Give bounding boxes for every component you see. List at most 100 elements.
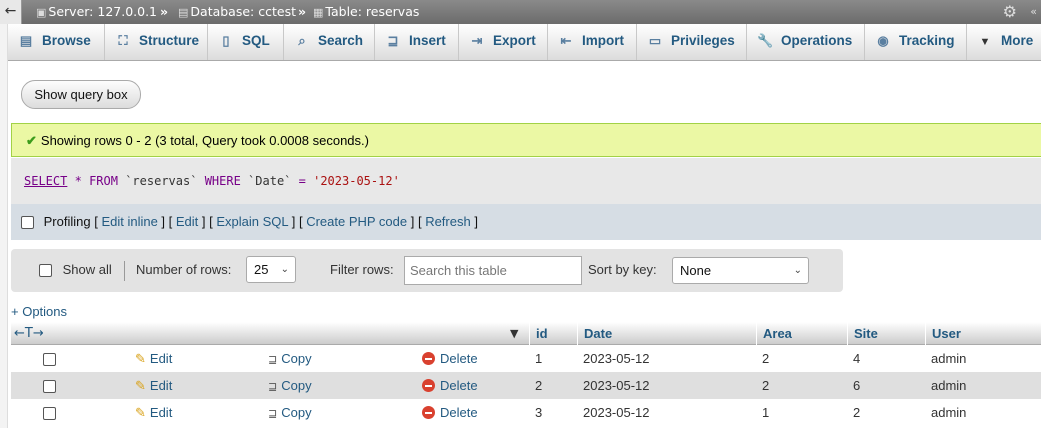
tab-tracking[interactable]: ◉ Tracking <box>865 24 967 60</box>
delete-icon <box>422 379 435 393</box>
tab-search[interactable]: ⌕ Search <box>284 24 375 60</box>
show-all-label: Show all <box>62 262 112 277</box>
sql-query-display: SELECT * FROM `reservas` WHERE `Date` = … <box>11 158 1041 204</box>
tab-import[interactable]: ⇤ Import <box>548 24 637 60</box>
insert-icon: ⊒ <box>387 33 399 48</box>
breadcrumb-bar: ← ▣ Server: 127.0.0.1 » ▤ Database: cctest… <box>0 0 1041 24</box>
column-header-site[interactable]: Site <box>847 322 925 345</box>
table-row: ✎ Edit ⊒ Copy Delete 3 2023-05-12 1 2 admi… <box>11 399 1041 426</box>
breadcrumb-server[interactable]: ▣ Server: 127.0.0.1 <box>36 0 157 24</box>
success-message: ✔ Showing rows 0 - 2 (3 total, Query took… <box>11 123 1041 157</box>
copy-row-link[interactable]: ⊒ Copy <box>268 399 312 428</box>
column-resize-arrows-icon[interactable]: ←T→ <box>14 322 44 345</box>
column-header-id[interactable]: id <box>529 322 577 345</box>
delete-icon <box>422 352 435 366</box>
tab-privileges[interactable]: ▭ Privileges <box>637 24 747 60</box>
cell-user[interactable]: admin <box>931 372 966 399</box>
navigation-edge <box>0 24 8 428</box>
sql-icon: ▯ <box>222 33 230 48</box>
filter-input[interactable]: Search this table <box>404 256 582 285</box>
copy-row-link[interactable]: ⊒ Copy <box>268 372 312 401</box>
cell-site[interactable]: 4 <box>853 345 860 372</box>
rows-select[interactable]: 25 ⌄ <box>246 256 296 283</box>
tab-browse[interactable]: ▤ Browse <box>8 24 105 60</box>
refresh-link[interactable]: Refresh <box>425 214 471 229</box>
cell-user[interactable]: admin <box>931 345 966 372</box>
options-link[interactable]: + Options <box>11 304 67 319</box>
caret-down-icon: ▼ <box>979 36 991 48</box>
sql-column-name: `Date` <box>248 174 292 188</box>
tab-more[interactable]: ▼ More <box>967 24 1041 60</box>
row-checkbox[interactable] <box>43 380 56 394</box>
server-icon: ▣ <box>36 6 47 19</box>
copy-row-link[interactable]: ⊒ Copy <box>268 345 312 374</box>
import-icon: ⇤ <box>560 33 572 48</box>
rows-label: Number of rows: <box>136 262 232 277</box>
cell-date[interactable]: 2023-05-12 <box>583 399 650 426</box>
breadcrumb-table[interactable]: ▦ Table: reservas <box>313 0 419 24</box>
sort-label: Sort by key: <box>588 262 657 277</box>
cell-date[interactable]: 2023-05-12 <box>583 372 650 399</box>
database-icon: ▤ <box>178 6 189 19</box>
cell-area[interactable]: 2 <box>762 345 769 372</box>
profiling-label: Profiling <box>43 214 91 229</box>
row-checkbox[interactable] <box>43 353 56 367</box>
cell-date[interactable]: 2023-05-12 <box>583 345 650 372</box>
back-arrow-icon[interactable]: ← <box>0 0 22 24</box>
delete-row-link[interactable]: Delete <box>422 345 478 372</box>
show-all-control[interactable]: Show all <box>39 249 112 290</box>
gear-icon[interactable]: ⚙ <box>1003 2 1017 22</box>
structure-icon: ⛶ <box>118 33 128 48</box>
delete-row-link[interactable]: Delete <box>422 399 478 426</box>
sql-string-value: '2023-05-12' <box>313 174 400 188</box>
explain-sql-link[interactable]: Explain SQL <box>216 214 288 229</box>
tab-structure[interactable]: ⛶ Structure <box>105 24 208 60</box>
tab-export[interactable]: ⇥ Export <box>459 24 548 60</box>
copy-icon: ⊒ <box>268 381 278 393</box>
cell-id[interactable]: 3 <box>535 399 542 426</box>
edit-row-link[interactable]: ✎ Edit <box>135 399 172 426</box>
tab-sql[interactable]: ▯ SQL <box>208 24 284 60</box>
pencil-icon: ✎ <box>135 351 146 366</box>
tab-operations[interactable]: 🔧 Operations <box>747 24 865 60</box>
sql-star: * <box>74 174 82 188</box>
breadcrumb-separator: » <box>298 4 307 19</box>
copy-icon: ⊒ <box>268 354 278 366</box>
eye-icon: ◉ <box>877 33 889 48</box>
create-php-code-link[interactable]: Create PHP code <box>306 214 407 229</box>
cell-site[interactable]: 2 <box>853 399 860 426</box>
pencil-icon: ✎ <box>135 405 146 420</box>
chevron-down-icon: ⌄ <box>793 265 802 276</box>
column-header-user[interactable]: User <box>925 322 1041 345</box>
filter-label: Filter rows: <box>330 262 394 277</box>
show-all-checkbox[interactable] <box>39 264 52 278</box>
edit-query-link[interactable]: Edit <box>176 214 198 229</box>
breadcrumb-database[interactable]: ▤ Database: cctest <box>178 0 296 24</box>
cell-id[interactable]: 2 <box>535 372 542 399</box>
cell-area[interactable]: 1 <box>762 399 769 426</box>
privileges-icon: ▭ <box>648 33 662 48</box>
profiling-checkbox[interactable] <box>21 216 34 230</box>
edit-row-link[interactable]: ✎ Edit <box>135 372 172 399</box>
chevron-down-icon: ⌄ <box>280 264 289 275</box>
cell-site[interactable]: 6 <box>853 372 860 399</box>
browse-icon: ▤ <box>19 33 33 48</box>
row-checkbox[interactable] <box>43 407 56 421</box>
cell-user[interactable]: admin <box>931 399 966 426</box>
edit-row-link[interactable]: ✎ Edit <box>135 345 172 372</box>
column-header-area[interactable]: Area <box>756 322 847 345</box>
table-header: ←T→ ▼ id Date Area Site User <box>11 322 1041 345</box>
cell-area[interactable]: 2 <box>762 372 769 399</box>
sql-keyword-select[interactable]: SELECT <box>24 174 67 188</box>
sql-equals: = <box>298 174 306 188</box>
pencil-icon: ✎ <box>135 378 146 393</box>
tab-insert[interactable]: ⊒ Insert <box>375 24 459 60</box>
sort-select[interactable]: None ⌄ <box>672 257 809 284</box>
show-query-box-button[interactable]: Show query box <box>21 80 141 109</box>
cell-id[interactable]: 1 <box>535 345 542 372</box>
collapse-icon[interactable]: « <box>1030 2 1037 22</box>
edit-inline-link[interactable]: Edit inline <box>101 214 157 229</box>
column-header-date[interactable]: Date <box>577 322 756 345</box>
delete-row-link[interactable]: Delete <box>422 372 478 399</box>
sort-caret-icon[interactable]: ▼ <box>510 327 518 340</box>
